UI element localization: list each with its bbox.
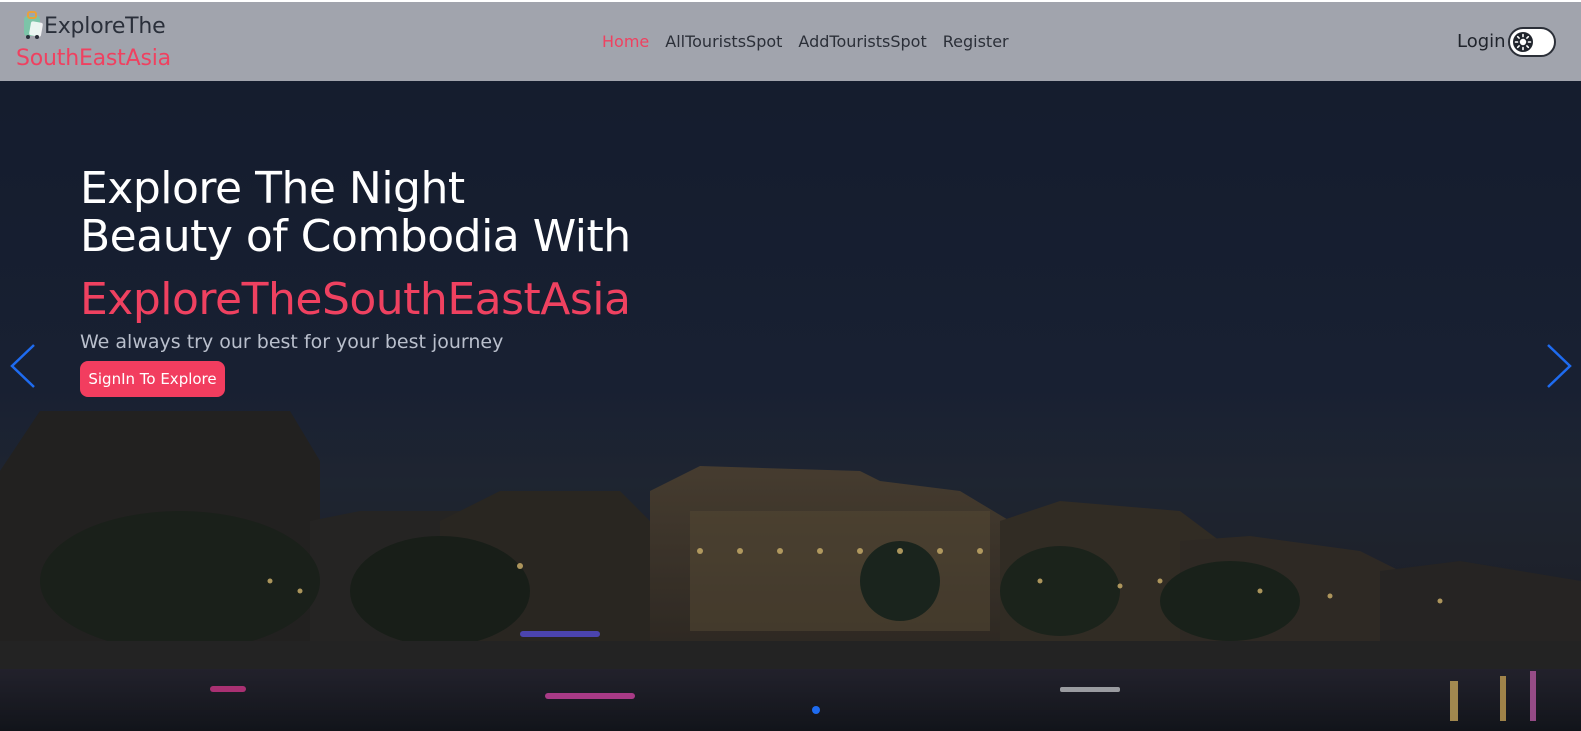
theme-toggle[interactable] <box>1508 27 1556 57</box>
hero-title-line2: Beauty of Combodia With <box>80 211 631 262</box>
travel-luggage-icon <box>24 11 43 39</box>
brand-name-line1: ExploreThe <box>44 14 166 39</box>
nav-all-tourists-spot[interactable]: AllTouristsSpot <box>665 32 782 51</box>
carousel-prev-button[interactable] <box>8 343 38 389</box>
toggle-knob <box>1513 32 1533 52</box>
navbar: ExploreThe SouthEastAsia Home AllTourist… <box>0 2 1581 81</box>
hero-brand-text: ExploreTheSouthEastAsia <box>80 274 631 325</box>
login-link[interactable]: Login <box>1457 31 1506 52</box>
hero-title-line1: Explore The Night <box>80 163 465 214</box>
signin-to-explore-button[interactable]: SignIn To Explore <box>80 361 225 397</box>
hero-subtitle: We always try our best for your best jou… <box>80 331 504 353</box>
chevron-right-icon <box>1547 344 1572 388</box>
carousel-next-button[interactable] <box>1544 343 1574 389</box>
nav-register[interactable]: Register <box>943 32 1009 51</box>
brand-name-line2: SouthEastAsia <box>16 46 171 71</box>
chevron-left-icon <box>10 344 35 388</box>
hero-carousel: Explore The Night Beauty of Combodia Wit… <box>0 81 1581 731</box>
main-nav: Home AllTouristsSpot AddTouristsSpot Reg… <box>602 32 1009 51</box>
nav-home[interactable]: Home <box>602 32 649 51</box>
brand-logo[interactable]: ExploreThe SouthEastAsia <box>16 10 196 76</box>
sun-icon <box>1514 33 1532 51</box>
carousel-dot-icon[interactable] <box>812 706 820 714</box>
nav-add-tourists-spot[interactable]: AddTouristsSpot <box>798 32 926 51</box>
hero-title: Explore The Night Beauty of Combodia Wit… <box>80 165 631 261</box>
